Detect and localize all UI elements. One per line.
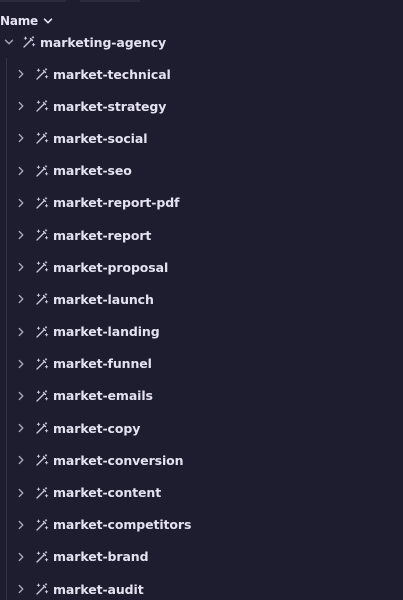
chevron-right-icon[interactable] bbox=[15, 229, 27, 241]
tree-row-market-funnel[interactable]: market-funnel bbox=[0, 348, 403, 380]
wand-icon bbox=[35, 518, 49, 532]
tree-row-market-report[interactable]: market-report bbox=[0, 219, 403, 251]
wand-icon bbox=[35, 325, 49, 339]
chevron-right-icon[interactable] bbox=[15, 68, 27, 80]
tree-children: market-technical market-strategy market-so… bbox=[0, 58, 403, 600]
tree-row-market-brand[interactable]: market-brand bbox=[0, 541, 403, 573]
wand-icon bbox=[35, 453, 49, 467]
tree-row-market-copy[interactable]: market-copy bbox=[0, 412, 403, 444]
tree-row-label: market-proposal bbox=[53, 259, 169, 275]
tree-row-label: market-conversion bbox=[53, 452, 184, 468]
chevron-right-icon[interactable] bbox=[15, 100, 27, 112]
wand-icon bbox=[35, 67, 49, 81]
wand-icon bbox=[35, 260, 49, 274]
chevron-right-icon[interactable] bbox=[15, 583, 27, 595]
chevron-right-icon[interactable] bbox=[15, 165, 27, 177]
tree-row-market-technical[interactable]: market-technical bbox=[0, 58, 403, 90]
tree-row-market-strategy[interactable]: market-strategy bbox=[0, 90, 403, 122]
chevron-right-icon[interactable] bbox=[15, 487, 27, 499]
tree-row-market-audit[interactable]: market-audit bbox=[0, 573, 403, 600]
chevron-right-icon[interactable] bbox=[15, 454, 27, 466]
chevron-right-icon[interactable] bbox=[15, 422, 27, 434]
tree-row-label: marketing-agency bbox=[40, 34, 167, 50]
wand-icon bbox=[35, 582, 49, 596]
wand-icon bbox=[22, 35, 36, 49]
tree-row-market-content[interactable]: market-content bbox=[0, 476, 403, 508]
tree-row-market-report-pdf[interactable]: market-report-pdf bbox=[0, 187, 403, 219]
tree-row-label: market-launch bbox=[53, 291, 154, 307]
chevron-right-icon[interactable] bbox=[15, 261, 27, 273]
file-tree: marketing-agency market-technical market-… bbox=[0, 26, 403, 600]
tree-row-label: market-audit bbox=[53, 581, 144, 597]
tree-row-label: market-technical bbox=[53, 66, 171, 82]
chevron-down-icon[interactable] bbox=[3, 36, 15, 48]
tree-row-label: market-strategy bbox=[53, 98, 167, 114]
tree-row-market-conversion[interactable]: market-conversion bbox=[0, 444, 403, 476]
wand-icon bbox=[35, 228, 49, 242]
tab-strip-edge bbox=[0, 0, 403, 4]
wand-icon bbox=[35, 550, 49, 564]
wand-icon bbox=[35, 421, 49, 435]
tree-row-market-seo[interactable]: market-seo bbox=[0, 155, 403, 187]
tree-row-market-social[interactable]: market-social bbox=[0, 122, 403, 154]
tree-row-label: market-seo bbox=[53, 163, 132, 179]
wand-icon bbox=[35, 131, 49, 145]
wand-icon bbox=[35, 164, 49, 178]
tree-row-label: market-landing bbox=[53, 324, 160, 340]
tree-row-label: market-emails bbox=[53, 388, 153, 404]
tree-row-market-competitors[interactable]: market-competitors bbox=[0, 509, 403, 541]
tree-row-label: market-brand bbox=[53, 549, 149, 565]
wand-icon bbox=[35, 357, 49, 371]
wand-icon bbox=[35, 196, 49, 210]
tree-row-marketing-agency[interactable]: marketing-agency bbox=[0, 26, 403, 58]
chevron-right-icon[interactable] bbox=[15, 132, 27, 144]
tab-edge-left bbox=[0, 0, 66, 2]
chevron-right-icon[interactable] bbox=[15, 197, 27, 209]
tree-row-label: market-content bbox=[53, 485, 162, 501]
chevron-right-icon[interactable] bbox=[15, 551, 27, 563]
wand-icon bbox=[35, 389, 49, 403]
wand-icon bbox=[35, 99, 49, 113]
chevron-right-icon[interactable] bbox=[15, 519, 27, 531]
tree-row-market-emails[interactable]: market-emails bbox=[0, 380, 403, 412]
tree-row-market-proposal[interactable]: market-proposal bbox=[0, 251, 403, 283]
tree-row-label: market-competitors bbox=[53, 517, 192, 533]
tab-edge-right bbox=[80, 0, 140, 2]
tree-row-label: market-copy bbox=[53, 420, 141, 436]
chevron-right-icon[interactable] bbox=[15, 358, 27, 370]
tree-row-label: market-report bbox=[53, 227, 152, 243]
tree-row-market-launch[interactable]: market-launch bbox=[0, 283, 403, 315]
tree-row-market-landing[interactable]: market-landing bbox=[0, 316, 403, 348]
wand-icon bbox=[35, 486, 49, 500]
tree-row-label: market-social bbox=[53, 130, 148, 146]
wand-icon bbox=[35, 292, 49, 306]
chevron-right-icon[interactable] bbox=[15, 326, 27, 338]
tree-row-label: market-funnel bbox=[53, 356, 152, 372]
tree-row-label: market-report-pdf bbox=[53, 195, 180, 211]
chevron-right-icon[interactable] bbox=[15, 293, 27, 305]
chevron-right-icon[interactable] bbox=[15, 390, 27, 402]
